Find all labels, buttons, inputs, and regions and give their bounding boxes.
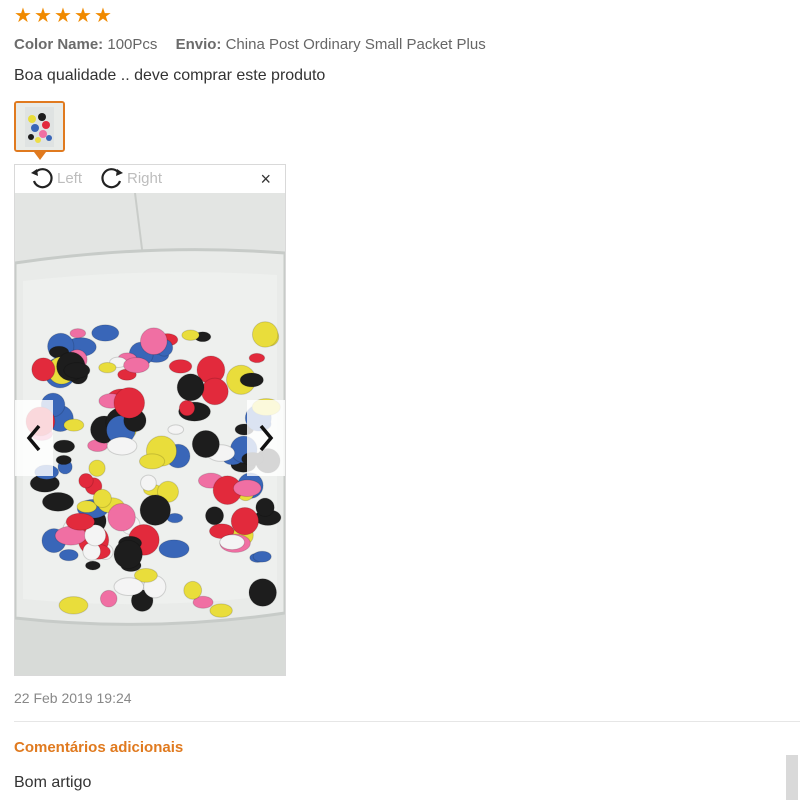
photo-part bbox=[85, 560, 101, 571]
photo-part bbox=[251, 321, 279, 348]
scrollbar-thumb[interactable] bbox=[786, 755, 798, 800]
review-photo bbox=[15, 193, 285, 675]
photo-part bbox=[139, 494, 171, 526]
rotate-left-button[interactable]: Left bbox=[29, 166, 82, 190]
photo-part bbox=[248, 578, 277, 607]
photo-part bbox=[113, 539, 143, 570]
photo-part bbox=[219, 534, 245, 551]
thumbnail-pointer bbox=[34, 152, 46, 160]
photo-part bbox=[201, 377, 229, 406]
photo-part bbox=[88, 459, 106, 477]
review-photo-thumbnail[interactable] bbox=[14, 101, 65, 152]
photo-part bbox=[63, 362, 91, 379]
photo-part bbox=[181, 329, 200, 341]
photo-part bbox=[248, 352, 266, 364]
photo-part bbox=[78, 473, 94, 489]
color-name-value: 100Pcs bbox=[107, 36, 158, 53]
star-icon: ★ bbox=[74, 5, 92, 27]
photo-part bbox=[167, 424, 185, 435]
star-icon: ★ bbox=[54, 5, 72, 27]
chevron-right-icon bbox=[259, 424, 274, 452]
review-text: Boa qualidade .. deve comprar este produ… bbox=[14, 67, 326, 84]
photo-part bbox=[113, 577, 145, 597]
photo-part bbox=[205, 506, 225, 526]
photo-part bbox=[98, 361, 117, 374]
close-viewer-button[interactable]: × bbox=[260, 169, 271, 189]
additional-comments-title: Comentários adicionais bbox=[14, 739, 184, 756]
photo-part bbox=[69, 328, 87, 339]
photo-part bbox=[176, 373, 205, 402]
photo-part bbox=[113, 387, 146, 419]
color-name-label: Color Name: bbox=[14, 36, 104, 53]
rating-stars: ★ ★ ★ ★ ★ bbox=[14, 5, 113, 27]
photo-part bbox=[239, 372, 264, 388]
photo-part bbox=[31, 357, 56, 382]
photo-part bbox=[232, 479, 262, 497]
photo-part bbox=[191, 430, 220, 459]
photo-part bbox=[92, 488, 112, 509]
next-photo-button[interactable] bbox=[247, 400, 285, 476]
photo-part bbox=[168, 359, 193, 374]
photo-part bbox=[91, 324, 120, 342]
divider bbox=[14, 721, 800, 722]
shipping-value: China Post Ordinary Small Packet Plus bbox=[225, 36, 486, 53]
previous-photo-button[interactable] bbox=[15, 400, 53, 476]
chevron-left-icon bbox=[26, 424, 41, 452]
rotate-right-button[interactable]: Right bbox=[99, 166, 162, 190]
review-meta: Color Name: 100Pcs Envio: China Post Ord… bbox=[14, 36, 500, 53]
star-icon: ★ bbox=[14, 5, 32, 27]
star-icon: ★ bbox=[34, 5, 52, 27]
rotate-right-icon bbox=[101, 168, 123, 189]
photo-part bbox=[139, 327, 168, 356]
rotate-right-label: Right bbox=[127, 169, 163, 187]
photo-part bbox=[107, 503, 136, 532]
photo-part bbox=[41, 491, 75, 512]
photo-part bbox=[138, 453, 166, 470]
photo-part bbox=[65, 512, 96, 531]
review-photo-image bbox=[15, 193, 285, 675]
photo-viewer: Left Right × bbox=[14, 164, 286, 676]
photo-part bbox=[55, 454, 72, 466]
rotate-left-label: Left bbox=[57, 169, 83, 187]
photo-part bbox=[183, 580, 203, 600]
photo-part bbox=[252, 550, 272, 563]
thumbnail-image bbox=[16, 103, 63, 150]
photo-part bbox=[178, 399, 196, 417]
review-date: 22 Feb 2019 19:24 bbox=[14, 690, 132, 706]
star-icon: ★ bbox=[94, 5, 112, 27]
photo-part bbox=[106, 436, 138, 456]
photo-part bbox=[58, 548, 79, 562]
rotate-left-icon bbox=[31, 168, 53, 189]
photo-part bbox=[53, 439, 76, 454]
viewer-toolbar: Left Right × bbox=[15, 165, 285, 193]
additional-comments-text: Bom artigo bbox=[14, 774, 92, 791]
photo-part bbox=[140, 474, 157, 492]
photo-part bbox=[123, 357, 150, 374]
shipping-label: Envio: bbox=[175, 36, 222, 53]
photo-part bbox=[58, 596, 89, 615]
photo-part bbox=[158, 539, 190, 559]
photo-part bbox=[63, 418, 85, 432]
photo-part bbox=[230, 506, 260, 536]
photo-part bbox=[255, 497, 275, 517]
photo-part bbox=[99, 589, 118, 608]
photo-part bbox=[209, 603, 233, 618]
